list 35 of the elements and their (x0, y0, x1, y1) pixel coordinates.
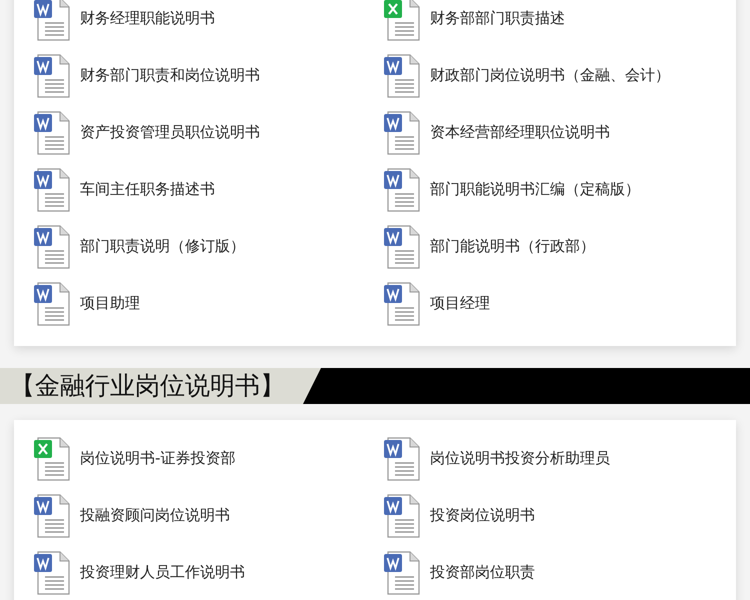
document-file-icon (384, 494, 422, 538)
spreadsheet-file-icon (34, 436, 72, 480)
document-file-icon (34, 494, 72, 538)
file-name[interactable]: 资产投资管理员职位说明书 (80, 123, 260, 142)
file-name[interactable]: 项目经理 (430, 294, 490, 313)
document-file-icon (34, 168, 72, 212)
file-name[interactable]: 财政部门岗位说明书（金融、会计） (430, 66, 670, 85)
document-file-icon (384, 436, 422, 480)
document-file-icon (384, 54, 422, 98)
file-name[interactable]: 车间主任职务描述书 (80, 180, 215, 199)
file-name[interactable]: 岗位说明书投资分析助理员 (430, 449, 610, 468)
document-file-icon (384, 168, 422, 212)
file-name[interactable]: 项目助理 (80, 294, 140, 313)
document-file-icon (34, 110, 72, 154)
document-file-icon (384, 110, 422, 154)
file-name[interactable]: 投资岗位说明书 (430, 506, 535, 525)
section-title: 【金融行业岗位说明书】 (0, 368, 321, 404)
file-name[interactable]: 投融资顾问岗位说明书 (80, 506, 230, 525)
document-file-icon (34, 282, 72, 326)
file-name[interactable]: 投资部岗位职责 (430, 563, 535, 582)
file-name[interactable]: 部门能说明书（行政部） (430, 237, 595, 256)
file-name[interactable]: 财务部部门职责描述 (430, 9, 565, 28)
file-name[interactable]: 部门职能说明书汇编（定稿版） (430, 180, 640, 199)
file-name[interactable]: 财务经理职能说明书 (80, 9, 215, 28)
document-file-icon (384, 224, 422, 268)
file-name[interactable]: 资本经营部经理职位说明书 (430, 123, 610, 142)
document-file-icon (34, 54, 72, 98)
file-name[interactable]: 财务部门职责和岗位说明书 (80, 66, 260, 85)
document-file-icon (384, 550, 422, 594)
file-name[interactable]: 岗位说明书-证券投资部 (80, 449, 236, 468)
document-file-icon (34, 224, 72, 268)
file-name[interactable]: 投资理财人员工作说明书 (80, 563, 245, 582)
document-file-icon (384, 282, 422, 326)
document-file-icon (34, 550, 72, 594)
file-name[interactable]: 部门职责说明（修订版） (80, 237, 245, 256)
